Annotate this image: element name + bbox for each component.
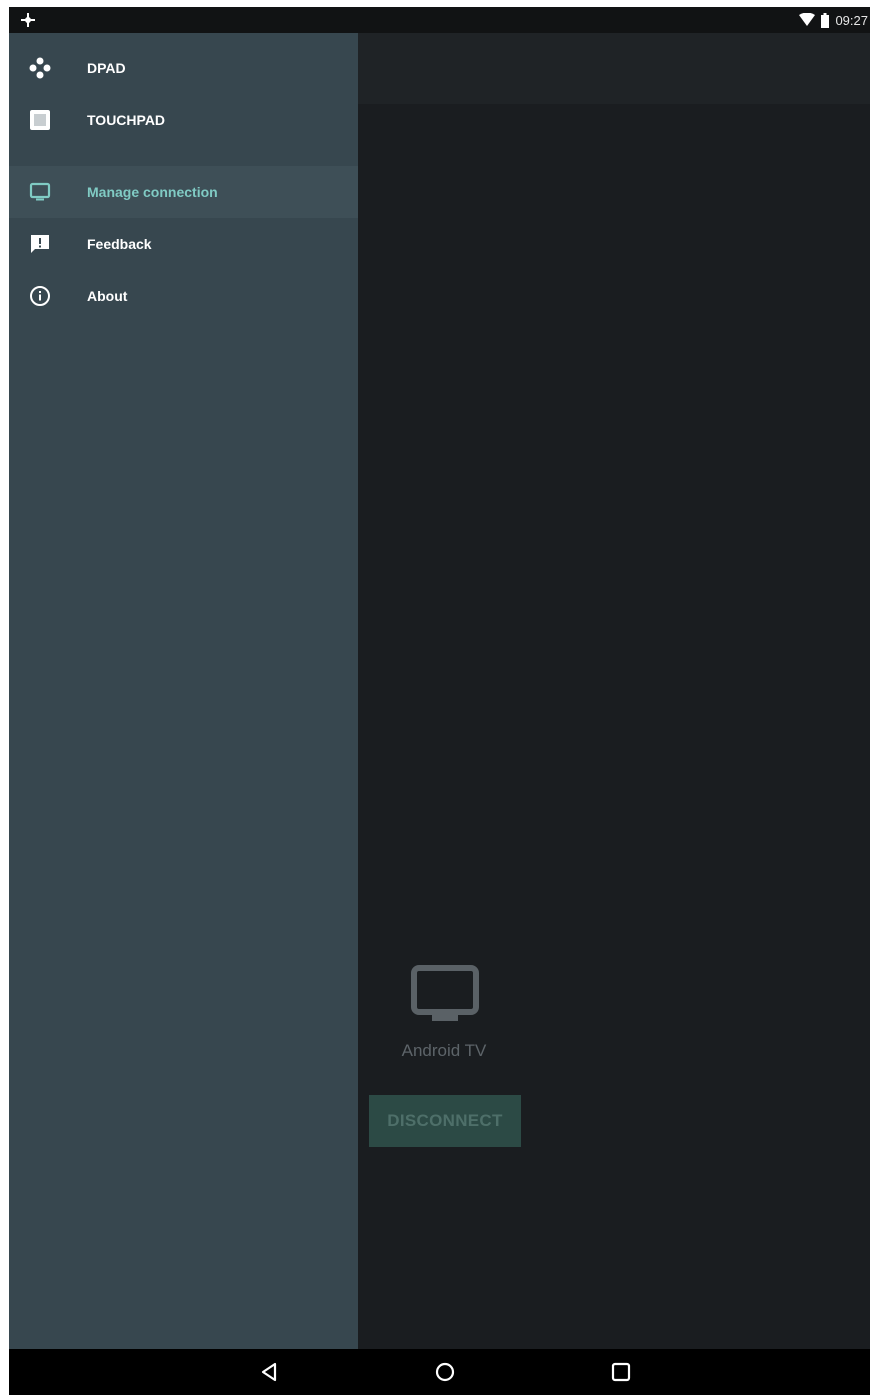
drawer-item-label: About — [87, 288, 128, 304]
wifi-icon — [799, 13, 816, 26]
drawer-item-touchpad[interactable]: TOUCHPAD — [9, 94, 358, 146]
tv-icon — [29, 182, 51, 201]
drawer-item-feedback[interactable]: Feedback — [9, 218, 358, 270]
drawer-item-label: TOUCHPAD — [87, 112, 166, 128]
drawer-item-manage-connection[interactable]: Manage connection — [9, 166, 358, 218]
back-icon[interactable] — [257, 1360, 281, 1384]
info-icon — [30, 286, 50, 306]
dpad-icon — [29, 57, 51, 79]
disconnect-button[interactable]: DISCONNECT — [369, 1095, 521, 1147]
status-bar: 09:27 — [9, 7, 870, 33]
home-icon[interactable] — [433, 1360, 457, 1384]
system-nav-bar — [9, 1349, 870, 1395]
touchpad-icon — [30, 110, 50, 130]
drawer-item-label: DPAD — [87, 60, 126, 76]
feedback-icon — [31, 235, 49, 253]
app-bar — [358, 33, 870, 104]
drawer-item-dpad[interactable]: DPAD — [9, 42, 358, 94]
recents-icon[interactable] — [609, 1360, 633, 1384]
battery-icon — [821, 12, 830, 28]
app-notification-icon — [21, 13, 35, 27]
device-name: Android TV — [401, 1041, 487, 1060]
drawer-item-about[interactable]: About — [9, 270, 358, 322]
status-right: 09:27 — [799, 7, 870, 33]
tv-icon — [411, 965, 479, 1021]
main-content: Android TV DISCONNECT — [358, 104, 870, 1349]
drawer-item-label: Manage connection — [87, 184, 218, 200]
navigation-drawer: DPAD TOUCHPAD Manage connection Feedback… — [9, 33, 358, 1349]
drawer-item-label: Feedback — [87, 236, 152, 252]
status-time: 09:27 — [835, 12, 868, 28]
device-screen: 09:27 Android TV DISCONNECT DPAD TOUCHPA… — [9, 7, 870, 1395]
